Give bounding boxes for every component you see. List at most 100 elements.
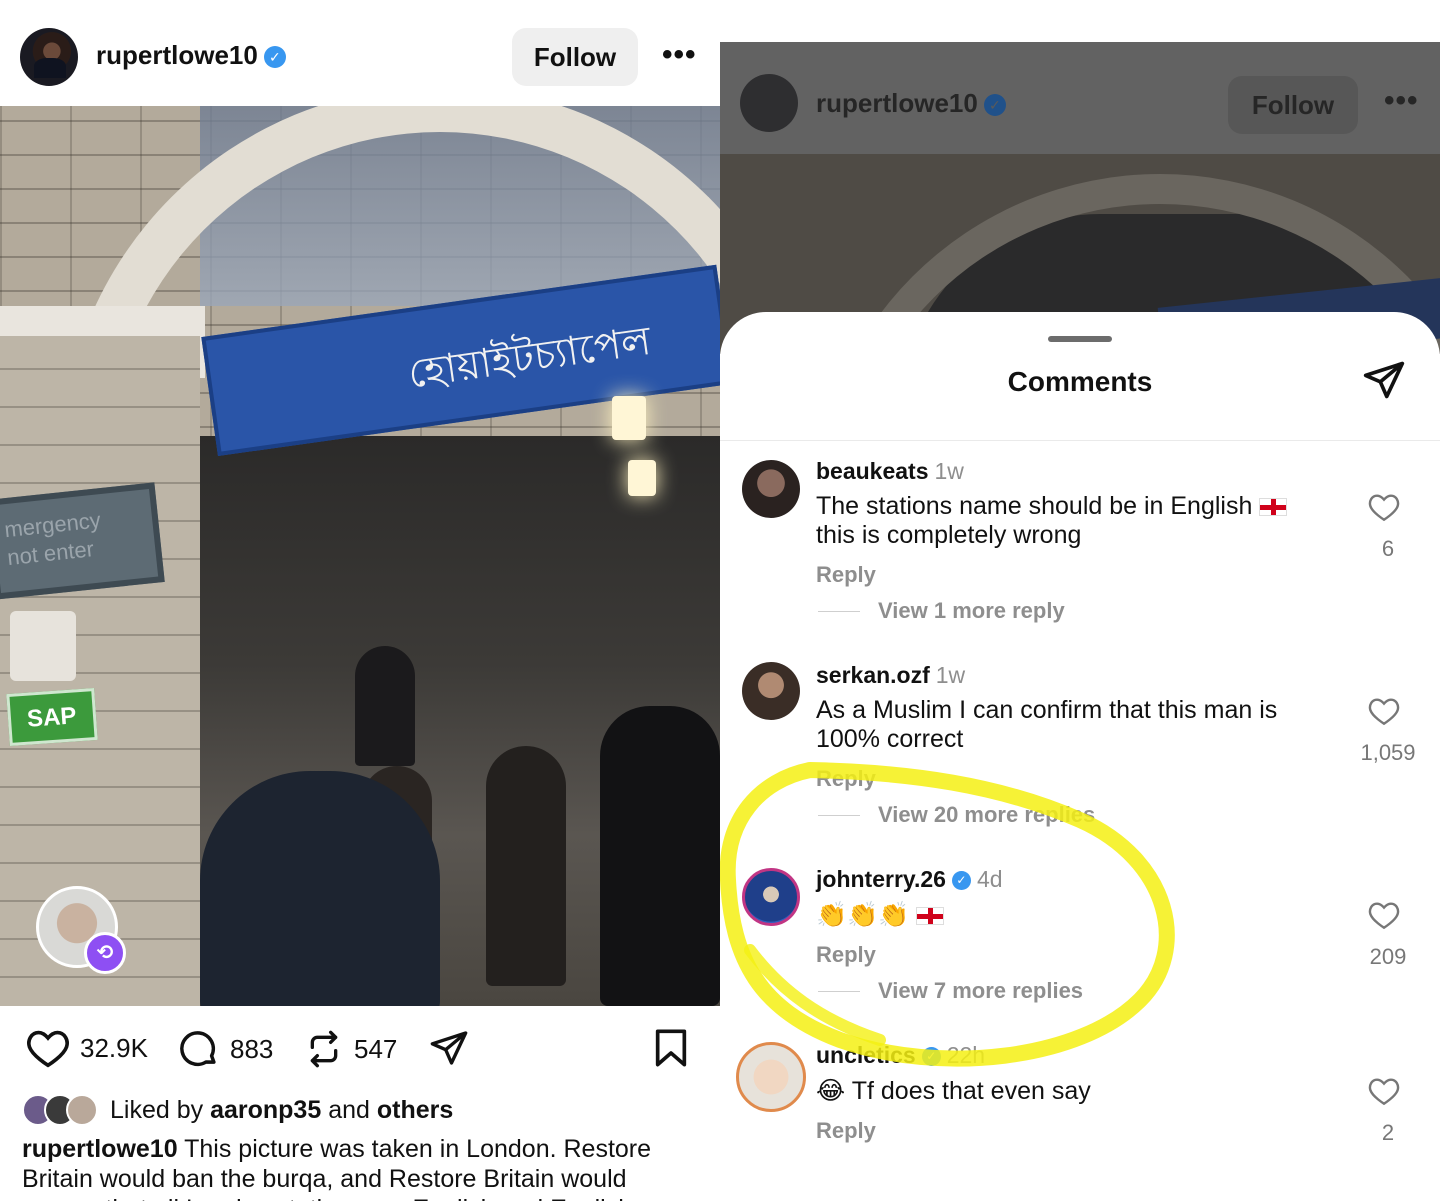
view-replies-button[interactable]: View 7 more replies bbox=[818, 978, 1083, 1004]
more-options-icon[interactable]: ••• bbox=[662, 38, 697, 72]
liked-by-user[interactable]: aaronp35 bbox=[210, 1096, 321, 1125]
comment-text: 👏👏👏 bbox=[816, 900, 1326, 930]
post-caption: rupertlowe10 This picture was taken in L… bbox=[22, 1134, 702, 1201]
reply-button[interactable]: Reply bbox=[816, 1118, 876, 1144]
view-replies-text[interactable]: View 7 more replies bbox=[878, 978, 1083, 1004]
repost-badge-icon: ⟲ bbox=[84, 932, 126, 974]
likes-count: 32.9K bbox=[80, 1032, 148, 1063]
username-text[interactable]: johnterry.26 bbox=[816, 866, 946, 892]
liked-by-row[interactable]: Liked by aaronp35 and others bbox=[22, 1094, 453, 1126]
wall-lamp bbox=[10, 611, 76, 681]
comment-like-count: 2 bbox=[1381, 1120, 1395, 1145]
commenter-username[interactable]: serkan.ozf 1w bbox=[816, 662, 965, 689]
commenter-avatar[interactable] bbox=[736, 1042, 806, 1112]
send-icon[interactable] bbox=[428, 1028, 470, 1068]
post-username[interactable]: rupertlowe10 ✓ bbox=[96, 40, 286, 71]
more-options-icon: ••• bbox=[1384, 84, 1419, 117]
right-comments-panel: rupertlowe10 ✓ Follow ••• Comments beauke… bbox=[720, 0, 1440, 1201]
comment-text-line2: 100% correct bbox=[816, 725, 964, 753]
reply-button[interactable]: Reply bbox=[816, 942, 876, 968]
comment-time: 22h bbox=[946, 1042, 986, 1068]
liked-by-prefix: Liked by bbox=[110, 1095, 204, 1124]
comment-time: 1w bbox=[934, 458, 964, 484]
verified-badge-icon: ✓ bbox=[921, 1047, 941, 1067]
left-post-panel: rupertlowe10 ✓ Follow ••• হোয়াইটচ্যাপেল … bbox=[0, 0, 720, 1201]
comment-like-count: 1,059 bbox=[1360, 740, 1416, 765]
post-header: rupertlowe10 ✓ Follow ••• bbox=[0, 0, 720, 106]
username-text[interactable]: uncletics bbox=[816, 1042, 916, 1068]
emergency-sign: mergency not enter bbox=[0, 482, 165, 600]
comments-sheet: Comments beaukeats 1w The stations name s… bbox=[720, 312, 1440, 1201]
avatar bbox=[740, 74, 798, 132]
commenter-avatar[interactable] bbox=[742, 662, 800, 720]
view-replies-button[interactable]: View 20 more replies bbox=[818, 802, 1095, 828]
station-sign-text: হোয়াইটচ্যাপেল bbox=[405, 317, 654, 398]
comment-heart-icon[interactable] bbox=[1368, 900, 1400, 930]
comment-emoji: 👏👏👏 bbox=[816, 900, 910, 929]
comment-action[interactable]: 883 bbox=[178, 1028, 273, 1070]
commenter-avatar[interactable] bbox=[742, 868, 800, 926]
divider bbox=[720, 440, 1440, 441]
commenter-username[interactable]: beaukeats 1w bbox=[816, 458, 964, 485]
verified-badge-icon: ✓ bbox=[951, 871, 971, 891]
username-text[interactable]: rupertlowe10 bbox=[96, 40, 258, 70]
comment-time: 4d bbox=[976, 866, 1003, 892]
comment-heart-icon[interactable] bbox=[1368, 1076, 1400, 1106]
person-figure bbox=[600, 706, 720, 1006]
emergency-sign-text: mergency not enter bbox=[3, 507, 102, 571]
verified-badge-icon: ✓ bbox=[983, 94, 1006, 117]
heart-icon[interactable] bbox=[26, 1028, 70, 1068]
replies-line bbox=[818, 990, 860, 992]
comment-heart-icon[interactable] bbox=[1368, 696, 1400, 726]
reposts-count: 547 bbox=[354, 1033, 398, 1064]
repost-action[interactable]: 547 bbox=[304, 1028, 397, 1070]
comment-bubble-icon[interactable] bbox=[178, 1028, 220, 1070]
sap-sign: SAP bbox=[6, 687, 98, 747]
comment-text-line1: As a Muslim I can confirm that this man … bbox=[816, 696, 1278, 724]
follow-button: Follow bbox=[1228, 76, 1358, 134]
view-replies-text[interactable]: View 1 more reply bbox=[878, 598, 1065, 624]
follow-button[interactable]: Follow bbox=[512, 28, 638, 86]
comment-like-count: 6 bbox=[1381, 536, 1395, 561]
sheet-grabber[interactable] bbox=[1048, 336, 1112, 342]
bookmark-icon[interactable] bbox=[654, 1028, 688, 1068]
liked-by-others[interactable]: others bbox=[377, 1096, 453, 1125]
comment-text: The stations name should be in English t… bbox=[816, 492, 1326, 550]
verified-badge-icon: ✓ bbox=[263, 46, 286, 69]
username-text[interactable]: beaukeats bbox=[816, 458, 929, 484]
caption-username[interactable]: rupertlowe10 bbox=[22, 1135, 178, 1163]
comment-heart-icon[interactable] bbox=[1368, 492, 1400, 522]
username-text[interactable]: serkan.ozf bbox=[816, 662, 930, 688]
comments-count: 883 bbox=[230, 1033, 274, 1064]
liker-avatars bbox=[22, 1094, 98, 1126]
repost-icon[interactable] bbox=[304, 1028, 344, 1070]
reply-button[interactable]: Reply bbox=[816, 562, 876, 588]
share-action[interactable] bbox=[428, 1028, 470, 1068]
england-flag-icon bbox=[1259, 498, 1288, 517]
comment-like-count: 209 bbox=[1369, 944, 1407, 969]
comment-text-line1: The stations name should be in English bbox=[816, 492, 1253, 520]
sheet-title: Comments bbox=[1007, 366, 1153, 397]
person-in-burqa bbox=[200, 771, 440, 1006]
status-area bbox=[720, 0, 1440, 42]
like-action[interactable]: 32.9K bbox=[26, 1028, 148, 1068]
comment-emoji: 😂 bbox=[816, 1076, 846, 1105]
view-replies-button[interactable]: View 1 more reply bbox=[818, 598, 1065, 624]
avatar[interactable] bbox=[20, 28, 78, 86]
commenter-username[interactable]: johnterry.26 ✓ 4d bbox=[816, 866, 1003, 893]
post-actions-bar: 32.9K 883 547 bbox=[0, 1010, 720, 1090]
comment-text-line2: this is completely wrong bbox=[816, 521, 1082, 549]
commenter-username[interactable]: uncletics ✓ 22h bbox=[816, 1042, 985, 1069]
reply-button[interactable]: Reply bbox=[816, 766, 876, 792]
save-action[interactable] bbox=[654, 1028, 688, 1068]
ceiling-light bbox=[612, 396, 646, 440]
view-replies-text[interactable]: View 20 more replies bbox=[878, 802, 1095, 828]
person-figure bbox=[486, 746, 566, 986]
send-icon[interactable] bbox=[1362, 358, 1406, 402]
username-text: rupertlowe10 bbox=[816, 88, 978, 118]
ceiling-light bbox=[628, 460, 656, 496]
commenter-avatar[interactable] bbox=[742, 460, 800, 518]
comment-text-line1: Tf does that even say bbox=[851, 1077, 1091, 1105]
post-photo[interactable]: হোয়াইটচ্যাপেল mergency not enter SAP ⟲ bbox=[0, 106, 720, 1006]
replies-line bbox=[818, 610, 860, 612]
